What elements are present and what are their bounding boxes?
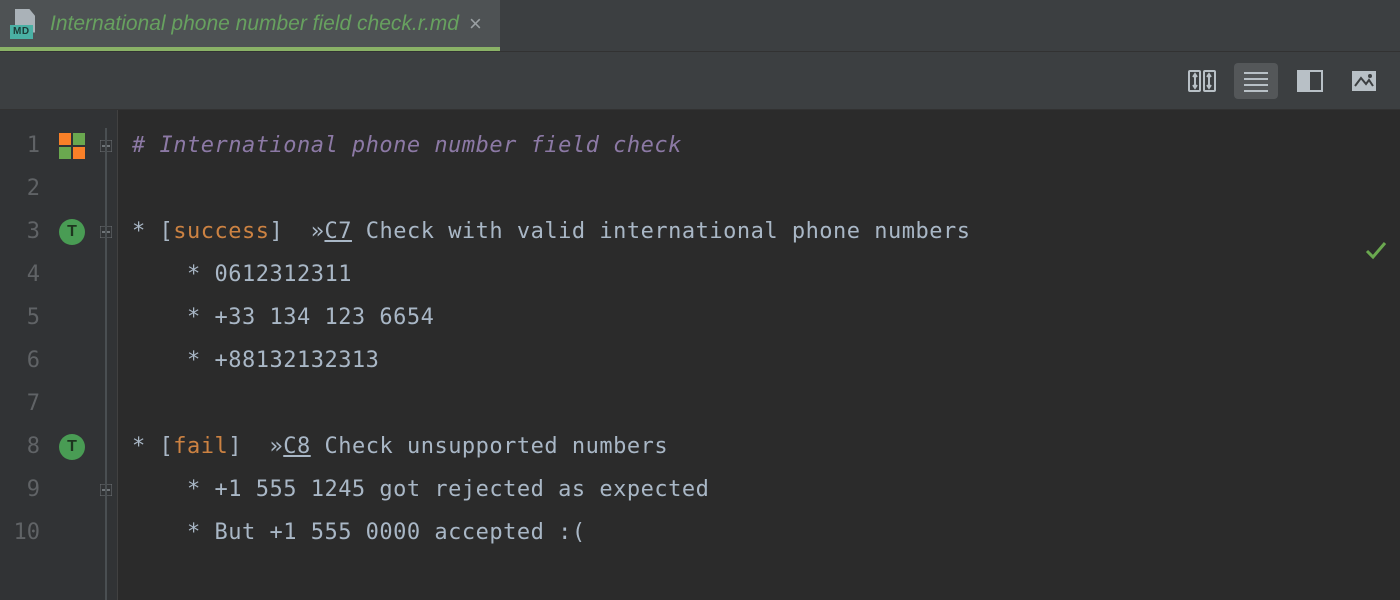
scroll-sync-button[interactable]	[1180, 63, 1224, 99]
test-marker-icon[interactable]: T	[59, 434, 85, 460]
line-number-gutter: 1 2 3 4 5 6 7 8 9 10	[0, 110, 50, 600]
code-line[interactable]: * But +1 555 0000 accepted :(	[132, 511, 1400, 554]
line-number: 6	[0, 339, 40, 382]
editor: 1 2 3 4 5 6 7 8 9 10 T T	[0, 110, 1400, 600]
fold-gutter	[94, 110, 118, 600]
preview-only-view-button[interactable]	[1342, 63, 1386, 99]
line-number: 2	[0, 167, 40, 210]
code-line[interactable]: * 0612312311	[132, 253, 1400, 296]
structure-icon[interactable]	[59, 133, 85, 159]
line-number: 8	[0, 425, 40, 468]
code-line[interactable]: * [fail] »C8 Check unsupported numbers	[132, 425, 1400, 468]
editor-only-view-button[interactable]	[1234, 63, 1278, 99]
code-line[interactable]: * [success] »C7 Check with valid interna…	[132, 210, 1400, 253]
line-number: 7	[0, 382, 40, 425]
line-number: 1	[0, 124, 40, 167]
close-tab-icon[interactable]: ×	[469, 13, 482, 35]
annotation-gutter: T T	[50, 110, 94, 600]
tab-bar: MD International phone number field chec…	[0, 0, 1400, 52]
code-line[interactable]: * +88132132313	[132, 339, 1400, 382]
code-line[interactable]: * +1 555 1245 got rejected as expected	[132, 468, 1400, 511]
code-line[interactable]	[132, 382, 1400, 425]
markdown-toolbar	[0, 52, 1400, 110]
file-tab[interactable]: MD International phone number field chec…	[0, 0, 500, 51]
code-line[interactable]	[132, 167, 1400, 210]
line-number: 9	[0, 468, 40, 511]
split-view-button[interactable]	[1288, 63, 1332, 99]
markdown-file-icon: MD	[10, 9, 40, 39]
code-line[interactable]: * +33 134 123 6654	[132, 296, 1400, 339]
line-number: 10	[0, 511, 40, 554]
line-number: 3	[0, 210, 40, 253]
code-area[interactable]: # International phone number field check…	[118, 110, 1400, 554]
test-marker-icon[interactable]: T	[59, 219, 85, 245]
code-line[interactable]: # International phone number field check	[132, 124, 1400, 167]
tab-title: International phone number field check.r…	[50, 12, 459, 36]
line-number: 5	[0, 296, 40, 339]
line-number: 4	[0, 253, 40, 296]
